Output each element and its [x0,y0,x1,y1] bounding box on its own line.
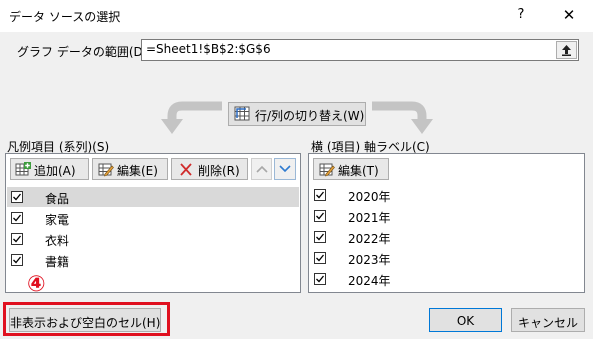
check-icon [13,193,22,201]
check-icon [316,233,325,241]
ok-button[interactable]: OK [429,308,502,332]
move-down-button[interactable] [274,158,296,180]
close-icon[interactable]: ✕ [560,6,578,24]
series-name: 書籍 [45,255,70,269]
hidden-empty-cells-button[interactable]: 非表示および空白のセル(H) [9,308,161,332]
step-number-annotation: ④ [27,272,46,297]
series-name: 家電 [45,213,70,227]
list-item[interactable]: 衣料 [7,229,299,249]
axis-label-value: 2020年 [348,190,391,204]
list-item[interactable]: 2022年 [310,227,583,247]
list-item[interactable]: 2021年 [310,206,583,226]
delete-series-label: 削除(R) [198,164,240,178]
switch-row-column-label: 行/列の切り替え(W) [255,109,365,123]
list-item[interactable]: 2020年 [310,185,583,205]
list-item[interactable]: 家電 [7,208,299,228]
edit-series-label: 編集(E) [117,164,158,178]
check-icon [13,235,22,243]
checkbox[interactable] [314,210,326,222]
left-curved-arrow-icon [161,101,222,134]
edit-series-button[interactable]: 編集(E) [92,158,168,180]
check-icon [13,256,22,264]
edit-table-icon [319,163,335,177]
axis-label-value: 2021年 [348,211,391,225]
list-item[interactable]: 2024年 [310,269,583,289]
axis-label-value: 2024年 [348,274,391,288]
switch-row-column-button[interactable]: 行/列の切り替え(W) [228,102,366,126]
check-icon [316,212,325,220]
checkbox[interactable] [314,231,326,243]
check-icon [316,275,325,283]
range-input[interactable]: =Sheet1!$B$2:$G$6 [141,39,579,61]
list-item[interactable]: 書籍 [7,250,299,270]
check-icon [316,191,325,199]
delete-x-icon [180,163,192,176]
help-icon[interactable]: ? [513,7,529,23]
range-label: グラフ データの範囲(D): [17,45,152,59]
checkbox[interactable] [314,273,326,285]
move-up-button[interactable] [251,158,272,180]
legend-entries-panel: 追加(A) 編集(E) 削除(R) 食品 家電 衣料 書籍 [5,153,301,293]
right-curved-arrow-icon [372,101,433,134]
cancel-label: キャンセル [517,316,578,330]
checkbox[interactable] [11,254,23,266]
axis-label-value: 2022年 [348,232,391,246]
collapse-icon [562,45,571,56]
axis-labels-panel: 編集(T) 2020年 2021年 2022年 2023年 2024年 [308,153,585,293]
series-name: 食品 [45,192,70,206]
edit-axis-labels-label: 編集(T) [338,164,379,178]
checkbox[interactable] [11,191,23,203]
checkbox[interactable] [11,233,23,245]
cancel-button[interactable]: キャンセル [511,308,585,332]
axis-label-value: 2023年 [348,253,391,267]
ok-label: OK [456,314,475,328]
series-name: 衣料 [45,234,70,248]
switch-row-column-icon [234,106,250,121]
delete-series-button[interactable]: 削除(R) [171,158,248,180]
hidden-empty-cells-label: 非表示および空白のセル(H) [10,316,161,330]
checkbox[interactable] [314,189,326,201]
check-icon [13,214,22,222]
edit-axis-labels-button[interactable]: 編集(T) [313,158,389,180]
checkbox[interactable] [11,212,23,224]
chevron-up-icon [256,165,268,173]
add-series-button[interactable]: 追加(A) [10,158,89,180]
checkbox[interactable] [314,252,326,264]
list-item[interactable]: 2023年 [310,248,583,268]
check-icon [316,254,325,262]
collapse-dialog-button[interactable] [556,41,577,59]
edit-table-icon [98,163,114,177]
add-series-label: 追加(A) [34,164,76,178]
add-table-icon [15,162,31,176]
dialog-title: データ ソースの選択 [9,10,121,24]
list-item[interactable]: 食品 [7,187,299,207]
chevron-down-icon [279,165,291,173]
